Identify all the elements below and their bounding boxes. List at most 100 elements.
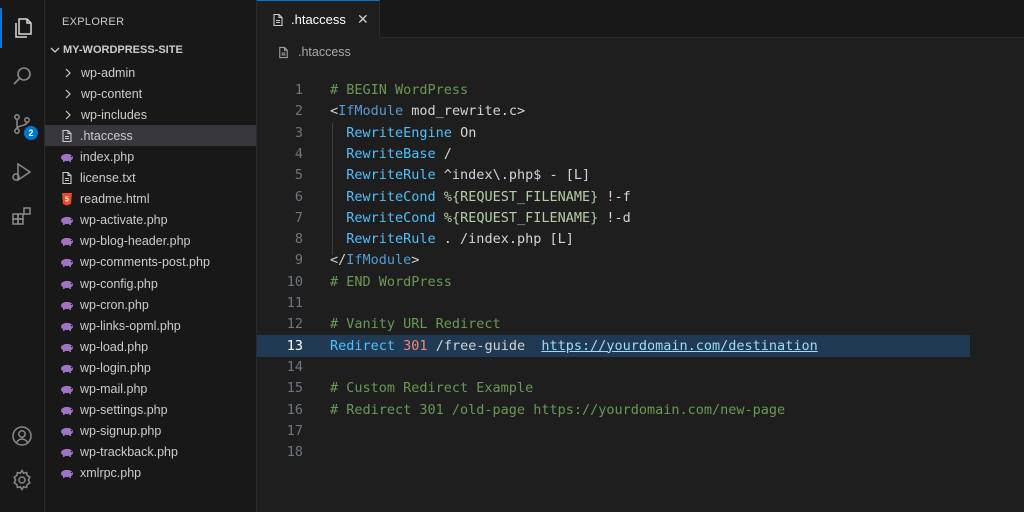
tree-folder[interactable]: wp-content bbox=[45, 83, 256, 104]
tree-folder[interactable]: wp-includes bbox=[45, 104, 256, 125]
editor-area: .htaccess ✕ .htaccess 1 # BEGIN WordPress… bbox=[257, 0, 1024, 512]
tree-file[interactable]: wp-login.php bbox=[45, 357, 256, 378]
php-icon bbox=[60, 298, 74, 312]
tree-item-label: wp-mail.php bbox=[80, 382, 148, 396]
tree-item-label: wp-admin bbox=[81, 65, 136, 80]
tree-file[interactable]: .htaccess bbox=[45, 125, 256, 147]
tree-file[interactable]: wp-mail.php bbox=[45, 379, 256, 400]
tree-file[interactable]: wp-settings.php bbox=[45, 400, 256, 421]
code-token: RewriteRule bbox=[346, 167, 436, 184]
tree-file[interactable]: wp-links-opml.php bbox=[45, 315, 256, 336]
code-line[interactable]: 11 bbox=[257, 292, 1024, 314]
code-token: IfModule bbox=[346, 252, 412, 269]
code-line[interactable]: 17 bbox=[257, 420, 1024, 442]
line-number: 17 bbox=[286, 422, 303, 439]
code-line[interactable]: 6 RewriteCond %{REQUEST_FILENAME} !-f bbox=[257, 186, 1024, 208]
extensions-icon[interactable] bbox=[0, 196, 44, 236]
chevron-right-icon bbox=[61, 108, 75, 122]
breadcrumb-item[interactable]: .htaccess bbox=[298, 45, 351, 59]
code-line[interactable]: 8 RewriteRule . /index.php [L] bbox=[257, 228, 1024, 250]
code-line[interactable]: 10 # END WordPress bbox=[257, 271, 1024, 293]
code-line[interactable]: 15 # Custom Redirect Example bbox=[257, 377, 1024, 399]
tree-file[interactable]: wp-cron.php bbox=[45, 294, 256, 315]
tree-item-label: wp-includes bbox=[81, 107, 148, 122]
tree-item-label: wp-blog-header.php bbox=[80, 234, 191, 249]
explorer-icon[interactable] bbox=[0, 8, 44, 48]
run-debug-icon[interactable] bbox=[0, 152, 44, 192]
code-token: /free-guide bbox=[427, 337, 542, 354]
code-line[interactable]: 2 <IfModule mod_rewrite.c> bbox=[257, 100, 1024, 122]
code-token: # END WordPress bbox=[330, 273, 452, 290]
line-number: 1 bbox=[294, 82, 303, 98]
tree-item-label: wp-cron.php bbox=[80, 297, 149, 312]
code-line[interactable]: 4 RewriteBase / bbox=[257, 143, 1024, 165]
line-number: 8 bbox=[294, 231, 303, 248]
tree-file[interactable]: wp-blog-header.php bbox=[45, 231, 256, 252]
code-line[interactable]: 14 bbox=[257, 356, 1024, 378]
workspace-folder[interactable]: MY-WORDPRESS-SITE bbox=[45, 39, 256, 61]
code-token: # Redirect 301 /old-page https://yourdom… bbox=[330, 401, 786, 418]
code-token: > bbox=[411, 252, 420, 269]
line-number: 9 bbox=[294, 252, 303, 269]
line-text: </IfModule> bbox=[330, 249, 419, 271]
file-icon bbox=[60, 129, 74, 143]
source-control-icon[interactable] bbox=[0, 104, 44, 144]
settings-gear-icon[interactable] bbox=[0, 460, 44, 500]
code-token: RewriteCond bbox=[346, 188, 436, 205]
php-icon bbox=[60, 403, 74, 417]
source-control-badge: 2 bbox=[24, 126, 38, 140]
tree-item-label: wp-login.php bbox=[80, 360, 151, 375]
tree-file[interactable]: wp-trackback.php bbox=[45, 442, 256, 463]
code-line[interactable]: 18 bbox=[257, 441, 1024, 463]
tree-file[interactable]: wp-signup.php bbox=[45, 421, 256, 442]
tree-file[interactable]: index.php bbox=[45, 146, 256, 167]
code-token: / bbox=[435, 145, 452, 162]
close-icon[interactable]: ✕ bbox=[356, 11, 370, 27]
tree-item-label: wp-config.php bbox=[80, 276, 158, 291]
tree-item-label: wp-comments-post.php bbox=[80, 255, 210, 270]
code-token: # BEGIN WordPress bbox=[330, 82, 469, 98]
code-token: %{REQUEST_FILENAME} bbox=[443, 209, 599, 226]
chevron-right-icon bbox=[61, 66, 75, 80]
tree-file[interactable]: wp-comments-post.php bbox=[45, 252, 256, 273]
tree-item-label: wp-content bbox=[81, 86, 143, 101]
line-number: 3 bbox=[294, 124, 303, 141]
tree-item-label: license.txt bbox=[80, 171, 136, 185]
php-icon bbox=[60, 445, 74, 459]
tree-folder[interactable]: wp-admin bbox=[45, 62, 256, 83]
tree-file[interactable]: license.txt bbox=[45, 168, 256, 189]
line-text: # Redirect 301 /old-page https://yourdom… bbox=[330, 399, 785, 421]
code-token: RewriteEngine bbox=[346, 124, 452, 141]
explorer-title: EXPLORER bbox=[62, 16, 125, 28]
code-line-current[interactable]: 13 Redirect 301 /free-guide https://yourd… bbox=[257, 334, 970, 357]
tree-file[interactable]: wp-activate.php bbox=[45, 210, 256, 231]
breadcrumb: .htaccess bbox=[277, 42, 351, 62]
account-icon[interactable] bbox=[0, 416, 44, 456]
code-line[interactable]: 7 RewriteCond %{REQUEST_FILENAME} !-d bbox=[257, 207, 1024, 229]
code-line[interactable]: 1 # BEGIN WordPress bbox=[257, 79, 1024, 101]
tab-htaccess[interactable]: .htaccess ✕ bbox=[257, 0, 380, 38]
php-icon bbox=[60, 213, 74, 227]
workspace-folder-label: MY-WORDPRESS-SITE bbox=[63, 44, 183, 56]
tree-file[interactable]: wp-load.php bbox=[45, 336, 256, 357]
code-token: On bbox=[451, 124, 477, 141]
code-line[interactable]: 12 # Vanity URL Redirect bbox=[257, 313, 1024, 335]
tree-file[interactable]: xmlrpc.php bbox=[45, 463, 256, 484]
code-line[interactable]: 9 </IfModule> bbox=[257, 249, 1024, 271]
search-icon[interactable] bbox=[0, 56, 44, 96]
line-text: RewriteBase / bbox=[330, 143, 452, 165]
line-text: RewriteRule ^index\.php$ - [L] bbox=[330, 164, 590, 186]
line-number: 13 bbox=[286, 337, 303, 354]
php-icon bbox=[60, 150, 74, 164]
code-line[interactable]: 16 # Redirect 301 /old-page https://yourd… bbox=[257, 399, 1024, 421]
code-token: !-d bbox=[598, 209, 631, 226]
php-icon bbox=[60, 277, 74, 291]
tree-file[interactable]: wp-config.php bbox=[45, 273, 256, 294]
tree-file[interactable]: 5 readme.html bbox=[45, 189, 256, 210]
code-line[interactable]: 5 RewriteRule ^index\.php$ - [L] bbox=[257, 164, 1024, 186]
code-line[interactable]: 3 RewriteEngine On bbox=[257, 122, 1024, 144]
